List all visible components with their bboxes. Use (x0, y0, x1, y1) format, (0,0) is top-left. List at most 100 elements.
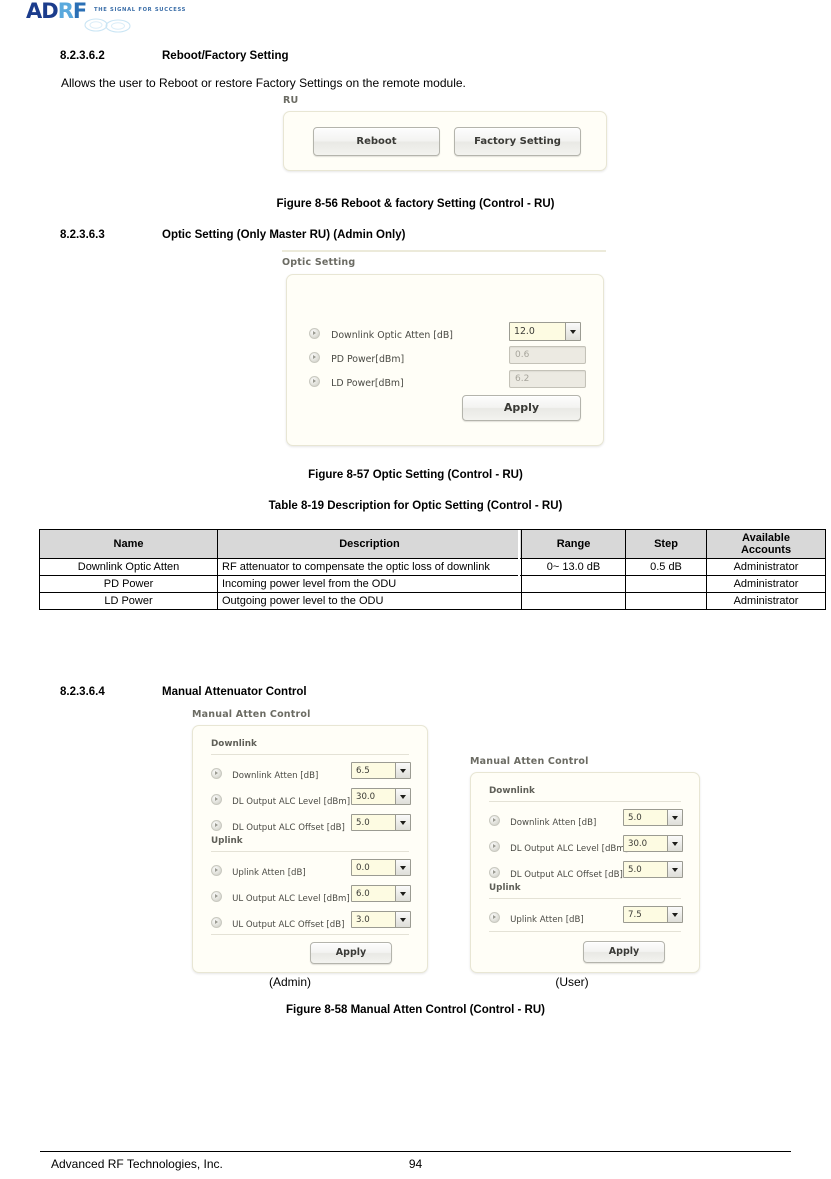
user-dl-row-0-label: Downlink Atten [dB] (510, 818, 597, 828)
logo-signal-rings-icon (84, 18, 131, 33)
section-title: Reboot/Factory Setting (162, 50, 289, 62)
chevron-down-icon[interactable] (395, 763, 410, 778)
pd-power-field: 0.6 (509, 346, 586, 364)
table-header-range: Range (521, 529, 626, 559)
user-downlink-atten-select[interactable]: 5.0 (623, 809, 683, 826)
bullet-icon (489, 815, 500, 826)
user-apply-button[interactable]: Apply (583, 941, 665, 963)
user-dl-output-alc-offset-select[interactable]: 5.0 (623, 861, 683, 878)
user-uplink-atten-select[interactable]: 7.5 (623, 906, 683, 923)
cell-step: 0.5 dB (625, 558, 707, 576)
divider (489, 898, 681, 899)
chevron-down-icon[interactable] (395, 789, 410, 804)
cell-step (625, 592, 707, 610)
figure-caption-8-56: Figure 8-56 Reboot & factory Setting (Co… (276, 198, 555, 210)
admin-ul-row-2: UL Output ALC Offset [dB] (211, 912, 345, 931)
optic-row-0: Downlink Optic Atten [dB] (309, 323, 453, 342)
cell-description: Incoming power level from the ODU (217, 575, 522, 593)
admin-uplink-group-label: Uplink (211, 836, 243, 846)
optic-panel-body: Downlink Optic Atten [dB] 12.0 PD Power[… (286, 274, 604, 446)
table-header-split-mark (518, 530, 520, 576)
admin-ul-row-0: Uplink Atten [dB] (211, 860, 306, 879)
admin-dl-row-1: DL Output ALC Level [dBm] (211, 789, 350, 808)
ru-panel-body: Reboot Factory Setting (283, 111, 607, 171)
admin-dl-output-alc-level-value: 30.0 (352, 789, 395, 804)
admin-dl-output-alc-offset-select[interactable]: 5.0 (351, 814, 411, 831)
divider (489, 801, 681, 802)
table-header-step: Step (625, 529, 707, 559)
user-dl-row-2-label: DL Output ALC Offset [dB] (510, 870, 623, 880)
admin-uplink-atten-select[interactable]: 0.0 (351, 859, 411, 876)
admin-apply-button[interactable]: Apply (310, 942, 392, 964)
optic-setting-title: Optic Setting (282, 257, 356, 268)
manual-atten-admin-widget: Manual Atten Control Downlink Downlink A… (192, 709, 428, 973)
user-dl-output-alc-level-select[interactable]: 30.0 (623, 835, 683, 852)
bullet-icon (489, 841, 500, 852)
admin-downlink-group-label: Downlink (211, 739, 257, 749)
cell-name: Downlink Optic Atten (39, 558, 218, 576)
cell-name: LD Power (39, 592, 218, 610)
section-heading-8-2-3-6-4: 8.2.3.6.4 Manual Attenuator Control (60, 686, 307, 698)
optic-setting-table: Name Description Range Step Available Acc… (39, 529, 826, 610)
logo-tagline: THE SIGNAL FOR SUCCESS (94, 7, 187, 13)
chevron-down-icon[interactable] (395, 815, 410, 830)
optic-apply-button[interactable]: Apply (462, 395, 581, 421)
admin-dl-output-alc-level-select[interactable]: 30.0 (351, 788, 411, 805)
section-number: 8.2.3.6.3 (60, 229, 105, 241)
admin-dl-row-2: DL Output ALC Offset [dB] (211, 815, 345, 834)
admin-dl-row-2-label: DL Output ALC Offset [dB] (232, 823, 345, 833)
optic-row-2: LD Power[dBm] (309, 371, 404, 390)
bullet-icon (211, 917, 222, 928)
user-downlink-group-label: Downlink (489, 786, 535, 796)
user-dl-row-1-label: DL Output ALC Level [dBm] (510, 844, 629, 854)
table-header-description: Description (217, 529, 522, 559)
user-downlink-atten-value: 5.0 (624, 810, 667, 825)
admin-ul-row-0-label: Uplink Atten [dB] (232, 868, 306, 878)
downlink-optic-atten-select[interactable]: 12.0 (509, 322, 581, 341)
admin-downlink-atten-select[interactable]: 6.5 (351, 762, 411, 779)
admin-uplink-atten-value: 0.0 (352, 860, 395, 875)
divider (211, 851, 409, 852)
admin-ul-output-alc-offset-select[interactable]: 3.0 (351, 911, 411, 928)
factory-setting-button[interactable]: Factory Setting (454, 127, 581, 156)
chevron-down-icon[interactable] (395, 860, 410, 875)
cell-accounts: Administrator (706, 592, 826, 610)
chevron-down-icon[interactable] (565, 323, 580, 340)
admin-ul-row-1: UL Output ALC Level [dBm] (211, 886, 350, 905)
section-title: Optic Setting (Only Master RU) (Admin On… (162, 229, 406, 241)
chevron-down-icon[interactable] (395, 886, 410, 901)
admin-ul-output-alc-offset-value: 3.0 (352, 912, 395, 927)
downlink-optic-atten-value: 12.0 (510, 323, 565, 340)
intro-paragraph: Allows the user to Reboot or restore Fac… (61, 76, 466, 90)
optic-row-2-label: LD Power[dBm] (331, 378, 404, 389)
admin-ul-output-alc-level-select[interactable]: 6.0 (351, 885, 411, 902)
chevron-down-icon[interactable] (667, 862, 682, 877)
admin-dl-row-0-label: Downlink Atten [dB] (232, 771, 319, 781)
footer-page-number: 94 (408, 1157, 423, 1171)
figure-caption-8-58: Figure 8-58 Manual Atten Control (Contro… (286, 1004, 545, 1016)
cell-range (521, 575, 626, 593)
chevron-down-icon[interactable] (395, 912, 410, 927)
user-dl-output-alc-offset-value: 5.0 (624, 862, 667, 877)
chevron-down-icon[interactable] (667, 907, 682, 922)
figure-caption-8-57: Figure 8-57 Optic Setting (Control - RU) (308, 469, 523, 481)
optic-row-1: PD Power[dBm] (309, 347, 404, 366)
bullet-icon (211, 865, 222, 876)
reboot-button[interactable]: Reboot (313, 127, 440, 156)
ru-widget: RU Reboot Factory Setting (283, 95, 607, 171)
table-row: Downlink Optic Atten RF attenuator to co… (39, 558, 826, 576)
chevron-down-icon[interactable] (667, 836, 682, 851)
table-header-available-accounts: Available Accounts (706, 529, 826, 559)
user-ul-row-0-label: Uplink Atten [dB] (510, 915, 584, 925)
ru-widget-title: RU (283, 95, 299, 106)
cell-accounts: Administrator (706, 575, 826, 593)
bullet-icon (211, 768, 222, 779)
user-dl-row-1: DL Output ALC Level [dBm] (489, 836, 628, 855)
optic-widget-top-rule (282, 250, 606, 252)
chevron-down-icon[interactable] (667, 810, 682, 825)
admin-ul-output-alc-level-value: 6.0 (352, 886, 395, 901)
bullet-icon (211, 891, 222, 902)
table-caption-8-19: Table 8-19 Description for Optic Setting… (268, 500, 563, 512)
cell-step (625, 575, 707, 593)
user-dl-row-0: Downlink Atten [dB] (489, 810, 596, 829)
